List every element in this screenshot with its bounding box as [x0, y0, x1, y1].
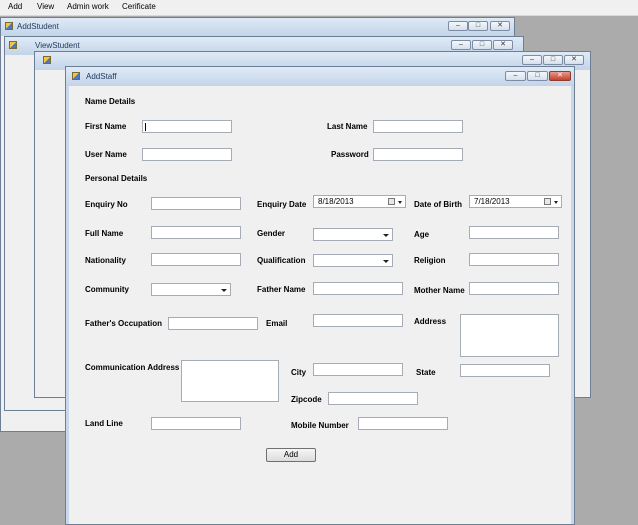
app-icon — [72, 72, 80, 80]
email-input[interactable] — [313, 314, 403, 327]
communication-address-textarea[interactable] — [181, 360, 279, 402]
calendar-icon[interactable] — [544, 198, 551, 205]
add-staff-title: AddStaff — [86, 72, 117, 81]
menu-view[interactable]: View — [37, 2, 54, 11]
calendar-icon[interactable] — [388, 198, 395, 205]
chevron-down-icon[interactable] — [383, 260, 389, 263]
mother-name-label: Mother Name — [414, 286, 465, 295]
first-name-input[interactable] — [142, 120, 232, 133]
maximize-button[interactable]: □ — [468, 21, 488, 31]
add-staff-titlebar: AddStaff – □ ✕ — [66, 67, 574, 86]
minimize-button[interactable]: – — [451, 40, 471, 50]
community-select[interactable] — [151, 283, 231, 296]
password-input[interactable] — [373, 148, 463, 161]
land-line-input[interactable] — [151, 417, 241, 430]
mobile-number-input[interactable] — [358, 417, 448, 430]
user-name-input[interactable] — [142, 148, 232, 161]
religion-label: Religion — [414, 256, 446, 265]
section-name-details: Name Details — [85, 97, 136, 106]
add-staff-window: AddStaff – □ ✕ Name Details First Name L… — [65, 66, 575, 525]
add-student-title: AddStudent — [17, 22, 59, 31]
gender-select[interactable] — [313, 228, 393, 241]
menu-certificate[interactable]: Cerificate — [122, 2, 156, 11]
zipcode-input[interactable] — [328, 392, 418, 405]
father-name-label: Father Name — [257, 285, 306, 294]
menu-bar: Add View Admin work Cerificate — [0, 0, 638, 16]
menu-admin-work[interactable]: Admin work — [67, 2, 109, 11]
last-name-label: Last Name — [327, 122, 368, 131]
date-of-birth-label: Date of Birth — [414, 200, 462, 209]
address-textarea[interactable] — [460, 314, 559, 357]
email-label: Email — [266, 319, 288, 328]
community-label: Community — [85, 285, 129, 294]
view-student-title: ViewStudent — [35, 41, 80, 50]
father-name-input[interactable] — [313, 282, 403, 295]
close-button[interactable]: ✕ — [549, 71, 571, 81]
chevron-down-icon[interactable] — [383, 234, 389, 237]
chevron-down-icon[interactable] — [554, 201, 558, 204]
user-name-label: User Name — [85, 150, 127, 159]
minimize-button[interactable]: – — [522, 55, 542, 65]
add-button[interactable]: Add — [266, 448, 316, 462]
age-label: Age — [414, 230, 430, 239]
enquiry-date-label: Enquiry Date — [257, 200, 307, 209]
add-staff-form: Name Details First Name Last Name User N… — [69, 86, 571, 524]
chevron-down-icon[interactable] — [398, 201, 402, 204]
app-icon — [43, 56, 51, 64]
full-name-input[interactable] — [151, 226, 241, 239]
close-button[interactable]: ✕ — [564, 55, 584, 65]
full-name-label: Full Name — [85, 229, 124, 238]
section-personal-details: Personal Details — [85, 174, 148, 183]
zipcode-label: Zipcode — [291, 395, 322, 404]
text-cursor — [145, 123, 146, 131]
qualification-label: Qualification — [257, 256, 306, 265]
qualification-select[interactable] — [313, 254, 393, 267]
first-name-label: First Name — [85, 122, 127, 131]
enquiry-date-picker[interactable]: 8/18/2013 — [313, 195, 406, 208]
last-name-input[interactable] — [373, 120, 463, 133]
land-line-label: Land Line — [85, 419, 123, 428]
date-of-birth-picker[interactable]: 7/18/2013 — [469, 195, 562, 208]
state-input[interactable] — [460, 364, 550, 377]
enquiry-no-label: Enquiry No — [85, 200, 128, 209]
password-label: Password — [331, 150, 369, 159]
maximize-button[interactable]: □ — [527, 71, 548, 81]
mobile-number-label: Mobile Number — [291, 421, 349, 430]
fathers-occupation-label: Father's Occupation — [85, 319, 163, 328]
communication-address-label: Communication Address — [85, 363, 180, 372]
date-of-birth-value: 7/18/2013 — [474, 197, 510, 206]
enquiry-no-input[interactable] — [151, 197, 241, 210]
minimize-button[interactable]: – — [505, 71, 526, 81]
fathers-occupation-input[interactable] — [168, 317, 258, 330]
menu-add[interactable]: Add — [8, 2, 22, 11]
city-input[interactable] — [313, 363, 403, 376]
age-input[interactable] — [469, 226, 559, 239]
nationality-label: Nationality — [85, 256, 126, 265]
gender-label: Gender — [257, 229, 286, 238]
minimize-button[interactable]: – — [448, 21, 468, 31]
close-button[interactable]: ✕ — [490, 21, 510, 31]
add-student-titlebar: AddStudent – □ ✕ — [1, 18, 514, 36]
maximize-button[interactable]: □ — [543, 55, 563, 65]
mother-name-input[interactable] — [469, 282, 559, 295]
address-label: Address — [414, 317, 447, 326]
city-label: City — [291, 368, 307, 377]
nationality-input[interactable] — [151, 253, 241, 266]
chevron-down-icon[interactable] — [221, 289, 227, 292]
religion-input[interactable] — [469, 253, 559, 266]
app-icon — [5, 22, 13, 30]
enquiry-date-value: 8/18/2013 — [318, 197, 354, 206]
close-button[interactable]: ✕ — [493, 40, 513, 50]
maximize-button[interactable]: □ — [472, 40, 492, 50]
app-icon — [9, 41, 17, 49]
state-label: State — [416, 368, 436, 377]
